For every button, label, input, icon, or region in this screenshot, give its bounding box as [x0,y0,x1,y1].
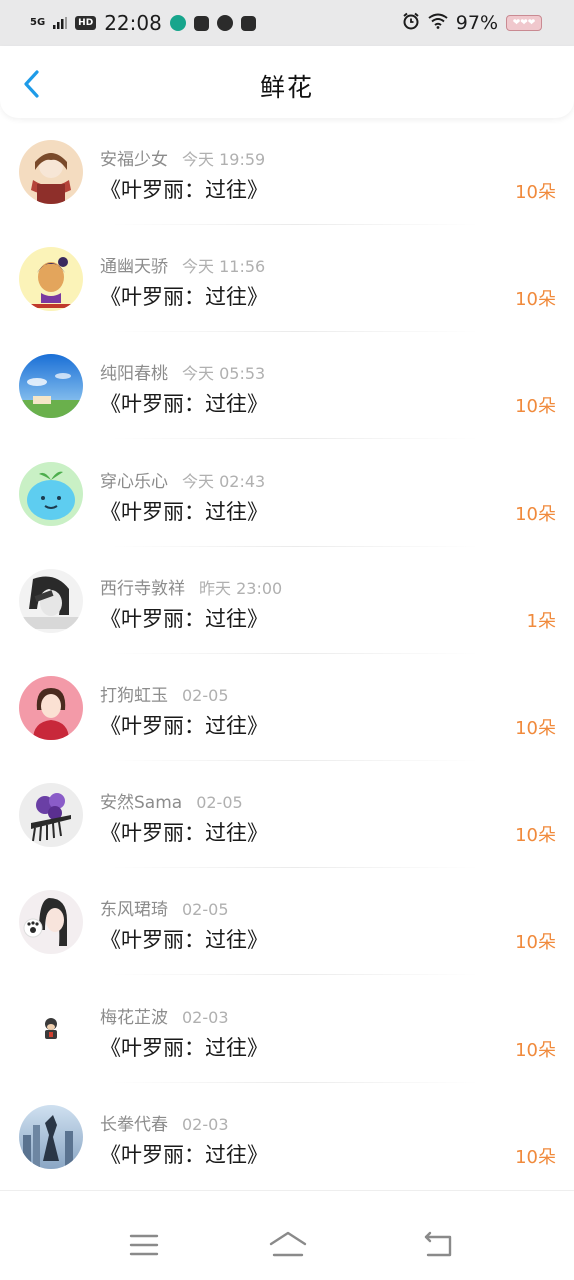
app-notification-icon [193,15,209,31]
list-item[interactable]: 梅花芷波 02-03 《叶罗丽：过往》 10朵 [0,976,574,1083]
sender-name-text: 安然Sama [100,793,183,814]
flower-count: 10朵 [515,503,556,525]
sender-name-text: 纯阳春桃 [100,364,168,385]
sender-name-text: 穿心乐心 [100,471,168,492]
book-title: 《叶罗丽：过往》 [100,392,268,417]
sender-name-text: 东风珺琦 [100,900,168,921]
battery-icon: ❤❤❤ [506,15,542,31]
avatar[interactable] [19,997,83,1062]
send-time: 02-03 [182,1114,229,1134]
avatar[interactable] [19,140,83,204]
flower-list: 安福少女 今天 19:59 《叶罗丽：过往》 10朵 通幽天骄 今天 11:56 《… [0,118,574,1190]
avatar[interactable] [19,354,83,419]
sender-name-text: 安福少女 [100,150,168,170]
book-title: 《叶罗丽：过往》 [100,1142,268,1167]
status-bar: 5G HD 22:08 97% ❤❤❤ [0,0,574,46]
avatar[interactable] [19,675,83,740]
book-title: 《叶罗丽：过往》 [100,499,268,524]
avatar[interactable] [19,568,83,633]
network-indicator: 5G [30,17,46,28]
sender-name: 东风珺琦 02-05 [100,895,229,920]
sender-name-text: 西行寺敦祥 [100,578,185,599]
book-title: 《叶罗丽：过往》 [100,1035,268,1060]
sender-name: 打狗虹玉 02-05 [100,681,229,706]
hd-badge: HD [75,16,97,30]
signal-icon [53,12,68,34]
flower-count: 10朵 [515,396,556,418]
send-time: 02-05 [182,685,229,705]
flower-count: 1朵 [526,610,556,632]
return-icon [418,1231,458,1266]
list-item[interactable]: 纯阳春桃 今天 05:53 《叶罗丽：过往》 10朵 [0,332,574,440]
avatar[interactable] [19,247,83,312]
page-title: 鲜花 [259,73,314,102]
sender-name: 通幽天骄 今天 11:56 [100,252,265,277]
flower-count: 10朵 [515,932,556,954]
app-notification-icon [169,15,186,31]
flower-count: 10朵 [515,825,556,847]
book-title: 《叶罗丽：过往》 [100,928,268,953]
flower-count: 10朵 [515,1146,556,1168]
status-time: 22:08 [104,11,162,35]
sender-name: 西行寺敦祥 昨天 23:00 [100,574,282,599]
avatar[interactable] [19,783,83,848]
sender-name-text: 梅花芷波 [100,1007,168,1028]
avatar[interactable] [19,1104,83,1169]
send-time: 今天 11:56 [182,257,266,277]
menu-icon [124,1234,164,1266]
status-right: 97% ❤❤❤ [402,12,542,35]
home-icon [268,1231,308,1266]
list-item[interactable]: 长拳代春 02-03 《叶罗丽：过往》 10朵 [0,1083,574,1190]
system-nav-bar [0,1210,574,1280]
sender-name: 安福少女 今天 19:59 [100,145,265,170]
sender-name-text: 通幽天骄 [100,257,168,278]
send-time: 今天 02:43 [182,471,266,491]
avatar[interactable] [19,890,83,955]
sender-name: 穿心乐心 今天 02:43 [100,467,265,492]
flower-count: 10朵 [515,289,556,311]
compass-icon [216,15,233,31]
sender-name: 纯阳春桃 今天 05:53 [100,359,265,384]
list-item[interactable]: 通幽天骄 今天 11:56 《叶罗丽：过往》 10朵 [0,225,574,333]
send-time: 02-05 [182,900,229,920]
book-title: 《叶罗丽：过往》 [100,285,268,310]
send-time: 02-03 [182,1007,229,1027]
list-item[interactable]: 西行寺敦祥 昨天 23:00 《叶罗丽：过往》 1朵 [0,547,574,654]
list-item-partial [0,1190,574,1215]
send-time: 今天 05:53 [182,364,266,384]
send-time: 今天 19:59 [182,150,266,169]
wifi-icon [428,12,448,34]
sender-name: 长拳代春 02-03 [100,1110,229,1135]
list-item[interactable]: 安福少女 今天 19:59 《叶罗丽：过往》 10朵 [0,118,574,225]
menu-button[interactable] [124,1228,164,1262]
list-item[interactable]: 安然Sama 02-05 《叶罗丽：过往》 10朵 [0,761,574,869]
alarm-icon [402,12,420,35]
play-icon [240,15,256,31]
home-button[interactable] [268,1228,308,1262]
list-item[interactable]: 打狗虹玉 02-05 《叶罗丽：过往》 10朵 [0,654,574,761]
header: 鲜花 [0,46,574,118]
send-time: 昨天 23:00 [199,578,283,598]
battery-percent: 97% [455,12,498,34]
book-title: 《叶罗丽：过往》 [100,713,268,738]
sender-name-text: 长拳代春 [100,1114,168,1135]
book-title: 《叶罗丽：过往》 [100,178,268,202]
sender-name: 梅花芷波 02-03 [100,1003,229,1028]
book-title: 《叶罗丽：过往》 [100,821,268,846]
list-item[interactable]: 东风珺琦 02-05 《叶罗丽：过往》 10朵 [0,868,574,976]
flower-count: 10朵 [515,182,556,203]
avatar[interactable] [19,461,83,526]
flower-count: 10朵 [515,1039,556,1061]
flower-count: 10朵 [515,717,556,739]
sender-name: 安然Sama 02-05 [100,788,243,813]
return-button[interactable] [418,1228,458,1262]
book-title: 《叶罗丽：过往》 [100,606,268,631]
sender-name-text: 打狗虹玉 [100,685,168,706]
status-left: 5G HD 22:08 [30,11,256,35]
list-item[interactable]: 穿心乐心 今天 02:43 《叶罗丽：过往》 10朵 [0,440,574,547]
send-time: 02-05 [196,793,243,813]
